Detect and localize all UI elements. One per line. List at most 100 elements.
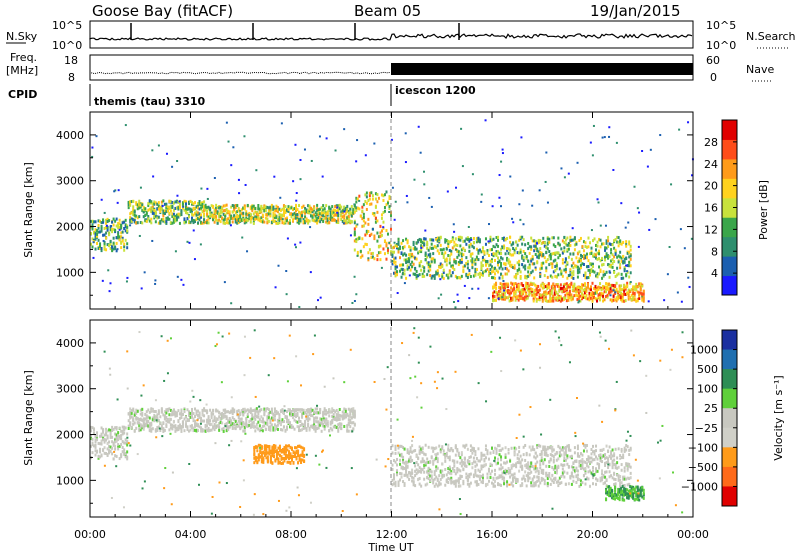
power-echo-speck bbox=[295, 246, 297, 248]
power-echo-cell bbox=[527, 270, 529, 273]
velocity-echo-cell bbox=[99, 450, 101, 453]
power-echo-cell bbox=[574, 237, 576, 240]
power-echo-speck bbox=[663, 299, 665, 301]
velocity-echo-cell bbox=[102, 428, 104, 431]
velocity-echo-cell bbox=[193, 412, 195, 415]
power-echo-speck bbox=[228, 141, 230, 143]
velocity-echo-cell bbox=[116, 428, 118, 431]
power-echo-speck bbox=[625, 227, 627, 229]
power-echo-speck bbox=[245, 184, 247, 186]
power-echo-speck bbox=[141, 287, 143, 289]
velocity-echo-cell bbox=[165, 425, 167, 428]
power-echo-cell bbox=[364, 221, 366, 224]
power-echo-speck bbox=[95, 135, 97, 137]
velocity-echo-cell bbox=[426, 457, 428, 460]
power-echo-cell bbox=[520, 275, 522, 278]
power-echo-cell bbox=[390, 214, 392, 217]
power-echo-cell bbox=[526, 255, 528, 258]
power-echo-speck bbox=[200, 188, 202, 190]
power-echo-cell bbox=[437, 244, 439, 247]
power-echo-cell bbox=[96, 242, 98, 245]
power-echo-speck bbox=[677, 291, 679, 293]
power-echo-cell bbox=[532, 255, 534, 258]
velocity-echo-cell bbox=[152, 427, 154, 430]
power-echo-speck bbox=[455, 249, 457, 251]
velocity-echo-cell bbox=[101, 443, 103, 446]
power-echo-cell bbox=[236, 204, 238, 207]
power-echo-cell bbox=[624, 261, 626, 264]
power-echo-cell bbox=[385, 258, 387, 261]
power-echo-cell bbox=[120, 246, 122, 249]
velocity-echo-cell bbox=[188, 419, 190, 422]
velocity-echo-cell bbox=[278, 417, 280, 420]
power-echo-cell bbox=[337, 219, 339, 222]
velocity-echo-cell bbox=[116, 455, 118, 458]
nave-tick-top: 60 bbox=[706, 54, 720, 67]
velocity-echo-cell bbox=[131, 412, 133, 415]
velocity-echo-cell bbox=[434, 473, 436, 476]
power-echo-cell bbox=[376, 219, 378, 222]
power-echo-cell bbox=[600, 245, 602, 248]
power-echo-cell bbox=[604, 298, 606, 301]
power-echo-cell bbox=[495, 299, 497, 302]
power-echo-speck bbox=[641, 150, 643, 152]
power-echo-cell bbox=[441, 265, 443, 268]
power-echo-speck bbox=[500, 205, 502, 207]
velocity-echo-cell bbox=[134, 430, 136, 433]
power-echo-cell bbox=[416, 258, 418, 261]
power-echo-cell bbox=[614, 285, 616, 288]
power-echo-cell bbox=[420, 260, 422, 263]
power-echo-cell bbox=[520, 270, 522, 273]
power-echo-cell bbox=[309, 220, 311, 223]
power-echo-cell bbox=[537, 285, 539, 288]
power-echo-speck bbox=[470, 239, 472, 241]
power-echo-speck bbox=[139, 235, 141, 237]
power-echo-cell bbox=[529, 252, 531, 255]
power-echo-cell bbox=[477, 258, 479, 261]
power-echo-cell bbox=[628, 275, 630, 278]
power-echo-cell bbox=[618, 236, 620, 239]
power-echo-speck bbox=[285, 270, 287, 272]
power-echo-cell bbox=[416, 270, 418, 273]
power-echo-cell bbox=[410, 246, 412, 249]
power-echo-speck bbox=[294, 244, 296, 246]
power-echo-cell bbox=[453, 268, 455, 271]
power-echo-cell bbox=[322, 220, 324, 223]
power-echo-cell bbox=[497, 236, 499, 239]
velocity-echo-cell bbox=[331, 428, 333, 431]
power-echo-cell bbox=[325, 204, 327, 207]
power-echo-cell bbox=[626, 284, 628, 287]
power-echo-speck bbox=[462, 165, 464, 167]
power-echo-cell bbox=[545, 269, 547, 272]
power-echo-cell bbox=[506, 237, 508, 240]
power-echo-cell bbox=[361, 237, 363, 240]
velocity-echo-cell bbox=[253, 451, 255, 454]
power-echo-cell bbox=[551, 292, 553, 295]
power-echo-cell bbox=[92, 246, 94, 249]
power-echo-cell bbox=[539, 275, 541, 278]
power-echo-cell bbox=[533, 299, 535, 302]
velocity-echo-cell bbox=[159, 415, 161, 418]
power-echo-cell bbox=[473, 237, 475, 240]
power-echo-cell bbox=[551, 266, 553, 269]
velocity-echo-cell bbox=[297, 450, 299, 453]
power-echo-cell bbox=[375, 198, 377, 201]
velocity-echo-cell bbox=[95, 446, 97, 449]
power-echo-cell bbox=[572, 297, 574, 300]
power-echo-speck bbox=[648, 229, 650, 231]
power-echo-cell bbox=[328, 221, 330, 224]
power-colorbar-tick-label: 4 bbox=[711, 267, 718, 280]
velocity-echo-cell bbox=[339, 418, 341, 421]
power-echo-cell bbox=[474, 274, 476, 277]
power-echo-speck bbox=[522, 223, 524, 225]
power-echo-speck bbox=[406, 195, 408, 197]
velocity-echo-cell bbox=[392, 468, 394, 471]
velocity-echo-cell bbox=[274, 445, 276, 448]
power-echo-cell bbox=[247, 204, 249, 207]
velocity-echo-cell bbox=[407, 465, 409, 468]
power-echo-speck bbox=[564, 261, 566, 263]
power-echo-speck bbox=[568, 173, 570, 175]
power-echo-cell bbox=[587, 245, 589, 248]
power-echo-cell bbox=[480, 267, 482, 270]
velocity-echo-cell bbox=[392, 451, 394, 454]
